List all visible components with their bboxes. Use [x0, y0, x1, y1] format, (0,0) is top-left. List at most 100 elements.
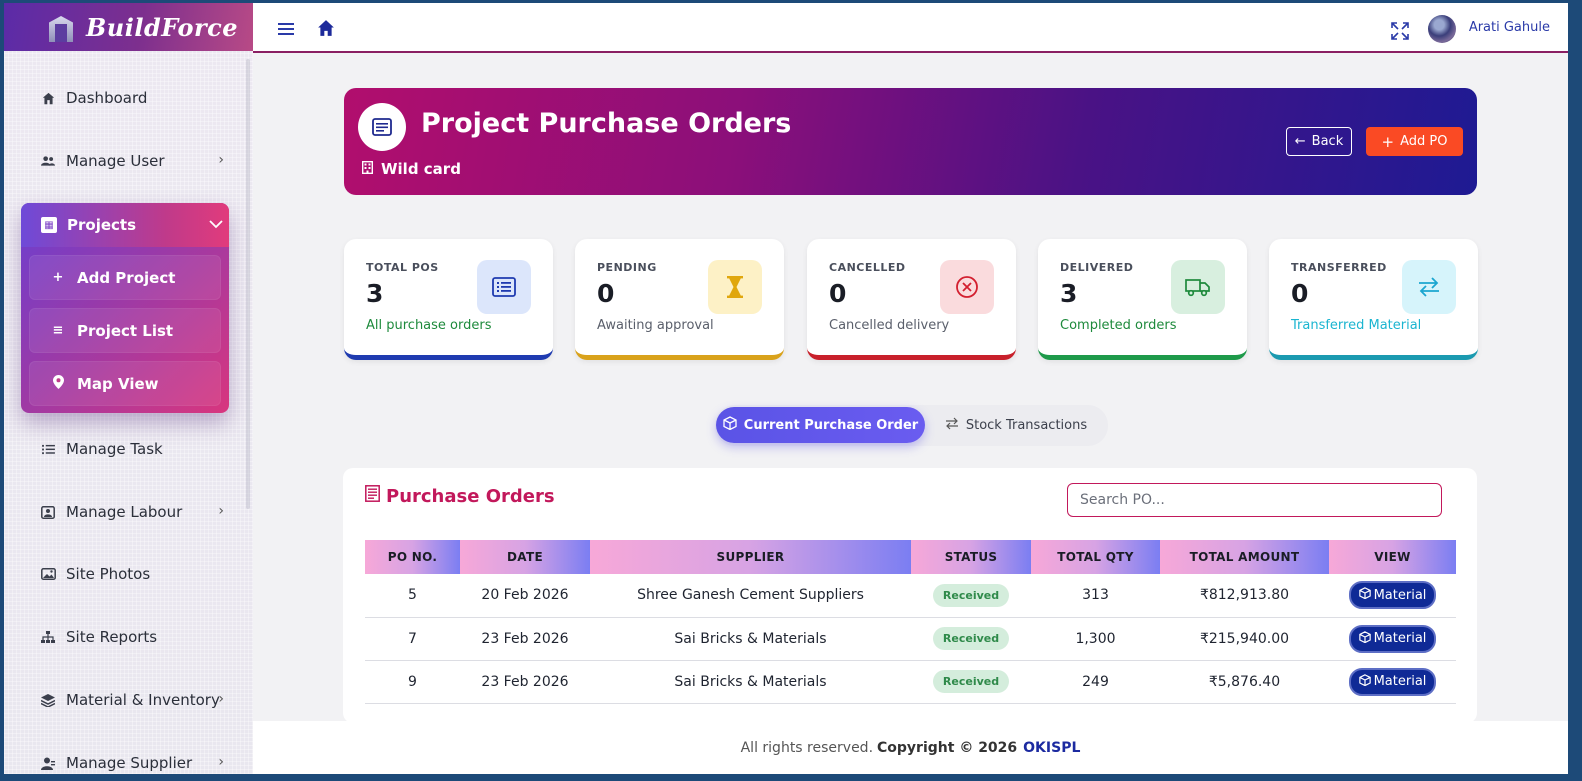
sidebar-item-manage-task[interactable]: Manage Task: [20, 427, 232, 471]
page-header: Project Purchase Orders Wild card ← Back…: [344, 88, 1477, 195]
id-card-icon: [40, 504, 56, 520]
stat-desc: Completed orders: [1060, 318, 1177, 333]
footer: All rights reserved. Copyright © 2026 OK…: [253, 721, 1568, 774]
sidebar-subitem-project-list[interactable]: ≡ Project List: [29, 308, 221, 353]
project-name: Wild card: [361, 160, 461, 178]
brand[interactable]: BuildForce: [4, 3, 253, 51]
table-row: 7 23 Feb 2026 Sai Bricks & Materials Rec…: [365, 617, 1456, 661]
stat-card-pending: PENDING 0 Awaiting approval: [575, 239, 784, 360]
status-badge: Received: [932, 583, 1010, 607]
sidebar-item-label: Site Photos: [66, 565, 151, 583]
status-badge: Received: [932, 670, 1010, 693]
list-icon: [477, 260, 531, 314]
sidebar-item-label: Material & Inventory: [66, 691, 220, 709]
chevron-right-icon: ›: [218, 503, 224, 519]
stat-value: 0: [597, 279, 615, 308]
sidebar-item-material-inventory[interactable]: Material & Inventory ›: [20, 678, 232, 722]
sidebar-item-label: Manage Labour: [66, 503, 183, 521]
col-total-amount[interactable]: TOTAL AMOUNT: [1160, 540, 1329, 574]
stat-value: 0: [829, 279, 847, 308]
stat-card-cancelled: CANCELLED 0 Cancelled delivery: [807, 239, 1016, 360]
box-icon: [1358, 673, 1371, 690]
col-status[interactable]: STATUS: [911, 540, 1031, 574]
cell-supplier: Sai Bricks & Materials: [590, 660, 911, 704]
col-po-no[interactable]: PO NO.: [365, 540, 460, 574]
cell-total-amount: ₹5,876.40: [1160, 660, 1329, 704]
cell-po-no: 9: [365, 660, 460, 704]
home-icon[interactable]: [317, 19, 335, 37]
document-icon: [358, 103, 406, 151]
tab-stock-transactions[interactable]: Stock Transactions: [936, 407, 1096, 443]
sidebar-subitem-add-project[interactable]: + Add Project: [29, 255, 221, 300]
sidebar-item-site-photos[interactable]: Site Photos: [20, 552, 232, 596]
cancel-circle-icon: [940, 260, 994, 314]
view-material-button[interactable]: Material: [1348, 624, 1437, 653]
cell-total-amount: ₹812,913.80: [1160, 574, 1329, 618]
image-icon: [40, 566, 56, 582]
sidebar-item-label: Manage User: [66, 152, 165, 170]
box-icon: [1358, 630, 1371, 647]
list-icon: ≡: [52, 323, 64, 338]
sidebar-item-label: Manage Supplier: [66, 754, 193, 772]
document-icon: [365, 485, 380, 507]
view-material-label: Material: [1373, 587, 1427, 603]
menu-toggle-icon[interactable]: [278, 23, 294, 35]
stat-desc: Transferred Material: [1291, 318, 1422, 333]
cell-date: 20 Feb 2026: [460, 574, 590, 618]
col-date[interactable]: DATE: [460, 540, 590, 574]
footer-copyright: Copyright © 2026: [877, 739, 1018, 756]
cell-date: 23 Feb 2026: [460, 660, 590, 704]
sidebar-subitem-label: Project List: [77, 321, 174, 340]
sidebar-item-manage-labour[interactable]: Manage Labour ›: [20, 490, 232, 534]
col-view[interactable]: VIEW: [1329, 540, 1456, 574]
user-tie-icon: [40, 755, 56, 771]
sidebar-item-site-reports[interactable]: Site Reports: [20, 615, 232, 659]
brand-name: BuildForce: [86, 12, 239, 42]
cell-supplier: Sai Bricks & Materials: [590, 617, 911, 661]
back-button-label: Back: [1311, 134, 1344, 149]
stat-card-total-pos: TOTAL POS 3 All purchase orders: [344, 239, 553, 360]
user-name[interactable]: Arati Gahule: [1469, 20, 1550, 35]
avatar[interactable]: [1428, 15, 1456, 43]
box-icon: [723, 416, 737, 434]
stat-desc: All purchase orders: [366, 318, 492, 333]
col-supplier[interactable]: SUPPLIER: [590, 540, 911, 574]
panel-title-text: Purchase Orders: [386, 485, 555, 507]
stat-value: 0: [1291, 279, 1309, 308]
cell-po-no: 7: [365, 617, 460, 661]
sidebar-item-projects[interactable]: ▦ Projects: [21, 203, 229, 247]
sidebar-item-manage-user[interactable]: Manage User ›: [20, 139, 232, 183]
cell-po-no: 5: [365, 574, 460, 618]
view-material-label: Material: [1373, 674, 1427, 689]
stat-label: TOTAL POS: [366, 261, 439, 274]
view-material-button[interactable]: Material: [1348, 581, 1437, 610]
sidebar-item-label: Projects: [67, 216, 137, 234]
logo-icon: [44, 10, 78, 44]
view-material-button[interactable]: Material: [1348, 667, 1437, 696]
stat-desc: Cancelled delivery: [829, 318, 950, 333]
add-po-button[interactable]: + Add PO: [1366, 127, 1463, 156]
tab-current-purchase-order[interactable]: Current Purchase Order: [716, 407, 925, 443]
purchase-orders-panel: Purchase Orders PO NO. DATE SUPPLIER STA…: [343, 468, 1477, 723]
footer-company-link[interactable]: OKISPL: [1023, 740, 1080, 756]
fullscreen-icon[interactable]: [1390, 21, 1410, 41]
back-button[interactable]: ← Back: [1286, 127, 1352, 156]
cell-status: Received: [911, 574, 1031, 618]
sidebar-item-manage-supplier[interactable]: Manage Supplier ›: [20, 741, 232, 774]
stat-label: TRANSFERRED: [1291, 261, 1387, 274]
sidebar-scrollbar[interactable]: [246, 59, 250, 509]
sidebar-subitem-map-view[interactable]: Map View: [29, 361, 221, 406]
cell-total-amount: ₹215,940.00: [1160, 617, 1329, 661]
cell-total-qty: 1,300: [1031, 617, 1160, 661]
app-window: BuildForce Dashboard Manage User › Manag…: [4, 3, 1568, 774]
col-total-qty[interactable]: TOTAL QTY: [1031, 540, 1160, 574]
cell-view: Material: [1329, 617, 1456, 661]
sidebar-item-dashboard[interactable]: Dashboard: [20, 76, 232, 120]
map-pin-icon: [51, 374, 65, 393]
transfer-icon: [945, 417, 959, 434]
page-title: Project Purchase Orders: [421, 108, 792, 139]
cell-view: Material: [1329, 660, 1456, 704]
sidebar-subitem-label: Add Project: [77, 268, 176, 287]
search-input[interactable]: [1067, 483, 1442, 517]
footer-text: All rights reserved.: [740, 739, 874, 756]
